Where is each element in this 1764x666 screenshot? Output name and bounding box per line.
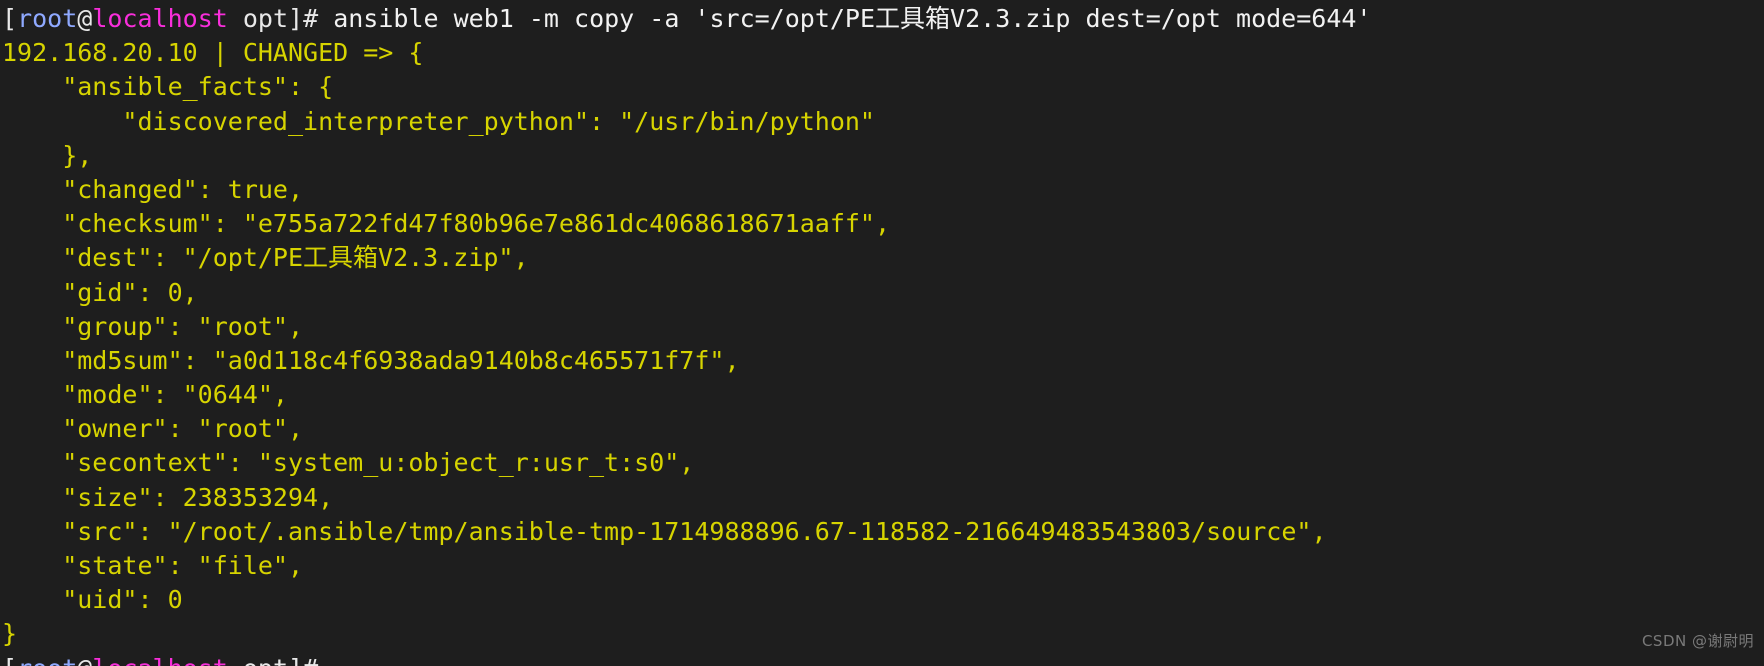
command-line: [root@localhost opt]# ansible web1 -m co… [0,2,1764,36]
prompt-hostname: localhost [92,4,228,33]
output-line: "state": "file", [2,551,304,580]
prompt-close: ]# [288,654,318,666]
output-line: "gid": 0, [2,277,198,307]
prompt-cwd: opt [228,654,288,666]
output-line: "checksum": "e755a722fd47f80b96e7e861dc4… [2,209,891,239]
output-line: "dest": "/opt/PE工具箱V2.3.zip", [2,243,529,273]
output-line: "changed": true, [2,174,304,204]
prompt-cwd: opt [227,4,289,33]
prompt-open-bracket: [ [2,4,18,33]
output-line: 192.168.20.10 | CHANGED => { [2,38,424,68]
prompt-user: root [17,654,77,666]
output-line: "ansible_facts": { [2,72,334,102]
output-line: "uid": 0 [2,585,183,615]
prompt-at-symbol: @ [77,654,92,666]
prompt-open-bracket: [ [2,654,17,666]
prompt-at-symbol: @ [77,4,93,33]
output-line: }, [2,140,93,170]
output-line: "discovered_interpreter_python": "/usr/b… [2,106,875,136]
typed-command: ansible web1 -m copy -a 'src=/opt/PE工具箱V… [318,4,1372,33]
prompt-hostname: localhost [92,654,227,666]
trailing-prompt-line: [root@localhost opt]# [0,652,1764,666]
output-line: } [2,619,18,649]
output-line: "secontext": "system_u:object_r:usr_t:s0… [2,448,695,478]
output-line: "mode": "0644", [2,380,288,410]
terminal-window[interactable]: [root@localhost opt]# ansible web1 -m co… [0,0,1764,666]
command-output: 192.168.20.10 | CHANGED => { "ansible_fa… [0,36,1764,651]
csdn-watermark: CSDN @谢尉明 [1641,631,1754,650]
prompt-close: ]# [288,4,319,33]
output-line: "group": "root", [2,311,304,341]
output-line: "size": 238353294, [2,482,334,512]
output-line: "md5sum": "a0d118c4f6938ada9140b8c465571… [2,345,740,375]
output-line: "src": "/root/.ansible/tmp/ansible-tmp-1… [2,516,1327,546]
output-line: "owner": "root", [2,414,304,444]
prompt-user: root [17,4,78,33]
